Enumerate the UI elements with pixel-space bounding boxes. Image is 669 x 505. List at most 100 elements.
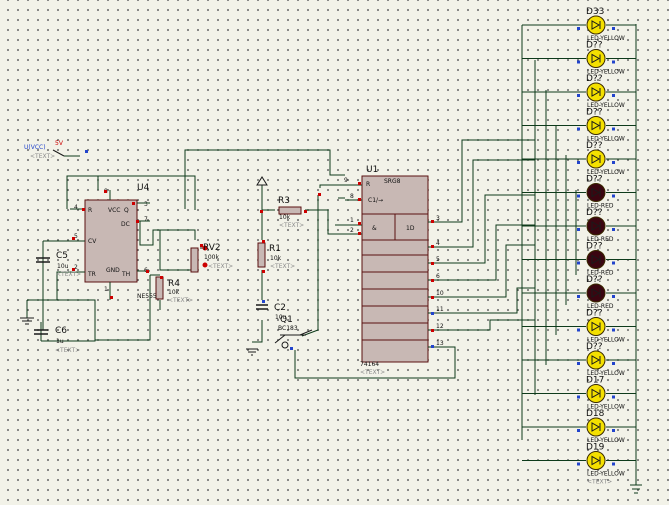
led-pin-blue — [612, 60, 615, 64]
led-8[interactable]: D??LED-RED — [522, 242, 636, 277]
r4-value: 10k — [168, 289, 180, 296]
u1-output-pins: 3 4 5 6 10 11 12 13 — [428, 215, 444, 348]
u4-pinnum-7: 7 — [144, 216, 148, 223]
led-ref: D?? — [586, 309, 603, 319]
u1-pin-4: 4 — [436, 240, 440, 247]
led-6[interactable]: D??LED-RED — [522, 175, 636, 210]
r4-ref: R4 — [168, 279, 180, 289]
led-3[interactable]: D??LED-YELLOW — [522, 74, 636, 109]
pin-marker-red — [136, 220, 139, 223]
led-column: D33LED-YELLOWD??LED-YELLOWD??LED-YELLOWD… — [522, 7, 636, 486]
led-bulb — [586, 250, 606, 269]
u1-text: <TEXT> — [360, 369, 385, 376]
led-pin-blue — [577, 194, 580, 198]
led-4[interactable]: D??LED-YELLOW — [522, 108, 636, 143]
pin-marker-red — [431, 262, 434, 265]
rv2-ref: RV2 — [203, 243, 221, 253]
u4-pin-th: TH — [121, 271, 130, 278]
pin-marker-red — [104, 190, 107, 193]
ic-u4[interactable]: U4 R VCC Q DC CV TR GND TH 4 8 3 7 5 2 6… — [70, 183, 150, 300]
led-bulb — [586, 317, 606, 336]
led-pin-blue — [577, 161, 580, 164]
led-14[interactable]: D19 LED-YELLOW<TEXT> — [522, 443, 636, 486]
vcc-arrow — [256, 176, 268, 186]
schematic-canvas[interactable]: U(VCC) 5V <TEXT> U4 R VCC Q DC CV TR GND… — [0, 0, 669, 505]
pin-marker-red — [200, 244, 203, 247]
led-bulb — [586, 49, 606, 68]
led-5[interactable]: D??LED-YELLOW — [522, 141, 636, 176]
pin-marker-red — [160, 276, 163, 279]
led-9[interactable]: D??LED-RED — [522, 275, 636, 310]
c5-value: 10u — [57, 263, 69, 270]
ic-u1[interactable]: U1 SRG8 R C1/→ & 1D 74164 <TEXT> 9 8 1 2… — [344, 165, 444, 376]
led-pin-blue — [612, 395, 615, 399]
led-bulb — [586, 116, 606, 135]
pin-marker-red — [132, 202, 135, 205]
led-pin-blue — [612, 328, 615, 332]
pin-marker-red — [304, 210, 307, 213]
led-ref: D33 — [586, 7, 604, 17]
c5-text: <TEXT> — [56, 271, 81, 278]
u1-r-label: R — [366, 181, 370, 188]
led-ref: D18 — [586, 409, 605, 419]
led-pin-blue — [612, 462, 615, 466]
led-10[interactable]: D??LED-YELLOW — [522, 309, 636, 344]
led-pin-blue — [612, 94, 615, 97]
pin-marker-red — [110, 296, 113, 299]
pin-marker-red — [146, 270, 149, 273]
led-type: LED-YELLOW — [587, 471, 625, 478]
resistor-r3[interactable]: R3 10k <TEXT> — [278, 196, 304, 229]
led-ref: D17 — [586, 376, 604, 386]
pin-marker-red — [72, 268, 75, 271]
led-bulb — [586, 451, 606, 470]
led-pin-blue — [612, 127, 615, 131]
led-ref: D?? — [586, 242, 603, 252]
pin-marker-blue — [85, 150, 88, 153]
led-pin-blue — [612, 194, 615, 198]
led-pin-blue — [577, 94, 580, 97]
u4-pinnum-3: 3 — [144, 201, 148, 208]
led-pin-blue — [577, 261, 580, 265]
u1-pin-8: 8 — [350, 193, 354, 200]
led-pin-blue — [612, 27, 615, 30]
u4-pin-gnd: GND — [106, 267, 120, 274]
r1-text: <TEXT> — [270, 263, 295, 270]
led-11[interactable]: D??LED-YELLOW — [522, 342, 636, 377]
led-pin-blue — [612, 295, 615, 298]
led-13[interactable]: D18LED-YELLOW — [522, 409, 636, 444]
led-7[interactable]: D??LED-RED — [522, 208, 636, 243]
u1-clk-label: C1/→ — [368, 197, 383, 204]
ground-symbol-left — [20, 317, 34, 325]
led-ref: D?? — [586, 275, 603, 285]
u1-pin-6: 6 — [436, 273, 440, 280]
led-pin-blue — [577, 362, 580, 365]
led-pin-blue — [577, 60, 580, 64]
led-pin-blue — [612, 261, 615, 265]
led-bulb — [586, 350, 606, 370]
r1-value: 10k — [270, 255, 282, 262]
r3-text: <TEXT> — [279, 222, 304, 229]
resistor-r4[interactable]: R4 10k <TEXT> NE555 — [137, 276, 193, 304]
c6-ref: C6 — [55, 326, 67, 336]
transistor-q1[interactable]: Q1 BC183 — [274, 315, 313, 349]
pin-marker-red — [72, 237, 75, 240]
pin-marker-red — [358, 232, 361, 235]
pin-marker-blue — [431, 345, 434, 348]
pin-marker-red — [260, 210, 263, 213]
u4-ref: U4 — [137, 183, 150, 193]
led-2[interactable]: D??LED-YELLOW — [522, 41, 636, 76]
resistor-r1[interactable]: R1 10k <TEXT> — [257, 242, 295, 270]
pin-marker-red — [358, 198, 361, 201]
u1-pin-9: 9 — [344, 177, 348, 184]
c5-ref: C5 — [56, 251, 68, 261]
pin-marker-red — [262, 240, 265, 243]
power-terminal[interactable]: U(VCC) 5V <TEXT> — [24, 140, 65, 160]
c2-ref: C2 — [274, 303, 286, 313]
potentiometer-rv2[interactable]: RV2 100k <TEXT> — [190, 243, 233, 273]
led-bulb — [586, 283, 606, 303]
power-value: 5V — [55, 140, 64, 147]
led-1[interactable]: D33LED-YELLOW — [522, 7, 636, 42]
led-12[interactable]: D17LED-YELLOW — [522, 376, 636, 411]
led-bulb — [586, 384, 606, 403]
led-bulb — [586, 216, 606, 236]
